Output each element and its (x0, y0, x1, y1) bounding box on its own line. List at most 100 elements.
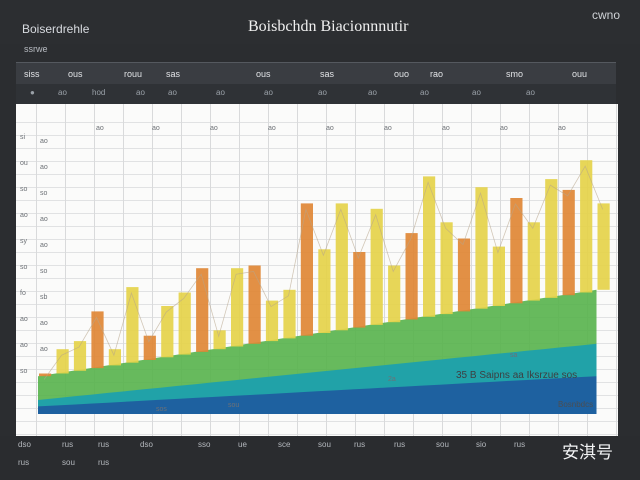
cell-label: ao (40, 346, 48, 353)
icon-toolbar: ● ao hod ao ao ao ao ao ao ao ao ao (16, 84, 616, 104)
toolbar-item[interactable]: ous (256, 69, 271, 79)
row-label: so (20, 264, 28, 271)
cell-label: sb (40, 294, 48, 301)
column-header: ao (326, 125, 334, 132)
toolbar-item[interactable]: ouo (394, 69, 409, 79)
row-label: ao (20, 212, 28, 219)
chart-bar (39, 373, 52, 377)
row-label: ao (20, 316, 28, 323)
chart-bar (283, 289, 296, 339)
chart-bar (178, 292, 191, 355)
cell-label: ao (40, 242, 48, 249)
area-bar-chart (38, 160, 610, 414)
toolbar-icon[interactable]: ao (168, 88, 177, 97)
chart-bar (335, 203, 348, 331)
column-header: ao (442, 125, 450, 132)
sheet-tab[interactable]: sou (62, 458, 75, 467)
sheet-tab[interactable]: ue (238, 440, 247, 449)
toolbar-icon[interactable]: ao (318, 88, 327, 97)
sheet-tab[interactable]: rus (18, 458, 29, 467)
row-label: fo (20, 290, 26, 297)
chart-overlay-text: 35 B Saipns aa Iksrzue sos (456, 370, 578, 381)
sheet-tab[interactable]: rus (62, 440, 73, 449)
column-header: ao (384, 125, 392, 132)
toolbar-item[interactable]: siss (24, 69, 40, 79)
row-label: ou (20, 160, 28, 167)
toolbar-icon[interactable]: ao (58, 88, 67, 97)
row-label: so (20, 186, 28, 193)
sheet-tab[interactable]: sce (278, 440, 290, 449)
chart-bar (370, 208, 383, 325)
chart-bar (353, 252, 366, 328)
sheet-tab[interactable]: rus (98, 458, 109, 467)
cell-label: ao (40, 216, 48, 223)
toolbar-icon[interactable]: ao (420, 88, 429, 97)
toolbar-item[interactable]: ouu (572, 69, 587, 79)
chart-bar (248, 265, 261, 344)
chart-bar (231, 268, 244, 347)
window-corner-label[interactable]: cwno (592, 8, 620, 22)
chart-bar (492, 246, 505, 306)
cell-label: ao (40, 164, 48, 171)
toolbar-item[interactable]: sas (320, 69, 334, 79)
small-label: sa (510, 352, 518, 359)
row-label: so (20, 368, 28, 375)
sheet-tabs-panel: dso rus rus dso sso ue sce sou rus rus s… (0, 436, 640, 480)
sheet-tab[interactable]: sio (476, 440, 486, 449)
column-header: ao (558, 125, 566, 132)
sheet-tab[interactable]: rus (514, 440, 525, 449)
sheet-tab[interactable]: sou (318, 440, 331, 449)
column-header: ao (210, 125, 218, 132)
sheet-tab[interactable]: rus (354, 440, 365, 449)
chart-bar (475, 187, 488, 309)
column-header: ao (96, 125, 104, 132)
chart-bar (562, 189, 575, 296)
cell-label: so (40, 268, 48, 275)
column-header: ao (152, 125, 160, 132)
chart-bar (388, 265, 401, 323)
toolbar-item[interactable]: rao (430, 69, 443, 79)
sheet-tab[interactable]: rus (98, 440, 109, 449)
chart-footer-text: Bosnbdcs (558, 400, 594, 409)
sheet-tab[interactable]: rus (394, 440, 405, 449)
column-header: ao (268, 125, 276, 132)
spreadsheet-area[interactable]: si ou so ao sy so fo ao ao so ao ao so a… (16, 104, 618, 436)
chart-bar (161, 306, 174, 358)
sheet-tab[interactable]: dso (18, 440, 31, 449)
sheet-tab[interactable]: sso (198, 440, 210, 449)
toolbar-icon[interactable]: ao (368, 88, 377, 97)
toolbar-icon[interactable]: ao (526, 88, 535, 97)
toolbar-item[interactable]: smo (506, 69, 523, 79)
row-label: ao (20, 342, 28, 349)
chart-bar (545, 179, 558, 298)
sheet-tab[interactable]: dso (140, 440, 153, 449)
chart-bar (527, 222, 540, 301)
column-header: ao (500, 125, 508, 132)
document-title: Boisbchdn Biacionnnutir (248, 18, 409, 35)
toolbar-icon[interactable]: ao (136, 88, 145, 97)
chart-bar (126, 287, 139, 363)
small-label: 2a (388, 376, 396, 383)
title-bar: Boiserdrehle Boisbchdn Biacionnnutir cwn… (0, 0, 640, 44)
row-label: sy (20, 238, 27, 245)
cell-label: ao (40, 320, 48, 327)
small-label: sou (228, 402, 240, 409)
toolbar-icon[interactable]: ao (264, 88, 273, 97)
app-title: Boiserdrehle (22, 22, 90, 36)
chart-bar (457, 238, 471, 312)
sheet-tab[interactable]: sou (436, 440, 449, 449)
chart-bar (318, 249, 331, 333)
watermark-text: 安淇号 (562, 443, 613, 463)
chart-bar (196, 268, 209, 352)
toolbar-item[interactable]: ous (68, 69, 83, 79)
chart-bar (440, 222, 453, 315)
toolbar-icon[interactable]: ao (216, 88, 225, 97)
toolbar-item[interactable]: sas (166, 69, 180, 79)
cell-label: so (40, 190, 48, 197)
toolbar-icon[interactable]: ao (472, 88, 481, 97)
toolbar-icon[interactable]: ● (30, 88, 35, 97)
row-label: si (20, 134, 26, 141)
cell-label: ao (40, 138, 48, 145)
toolbar-item[interactable]: rouu (124, 69, 142, 79)
toolbar-icon[interactable]: hod (92, 88, 105, 97)
